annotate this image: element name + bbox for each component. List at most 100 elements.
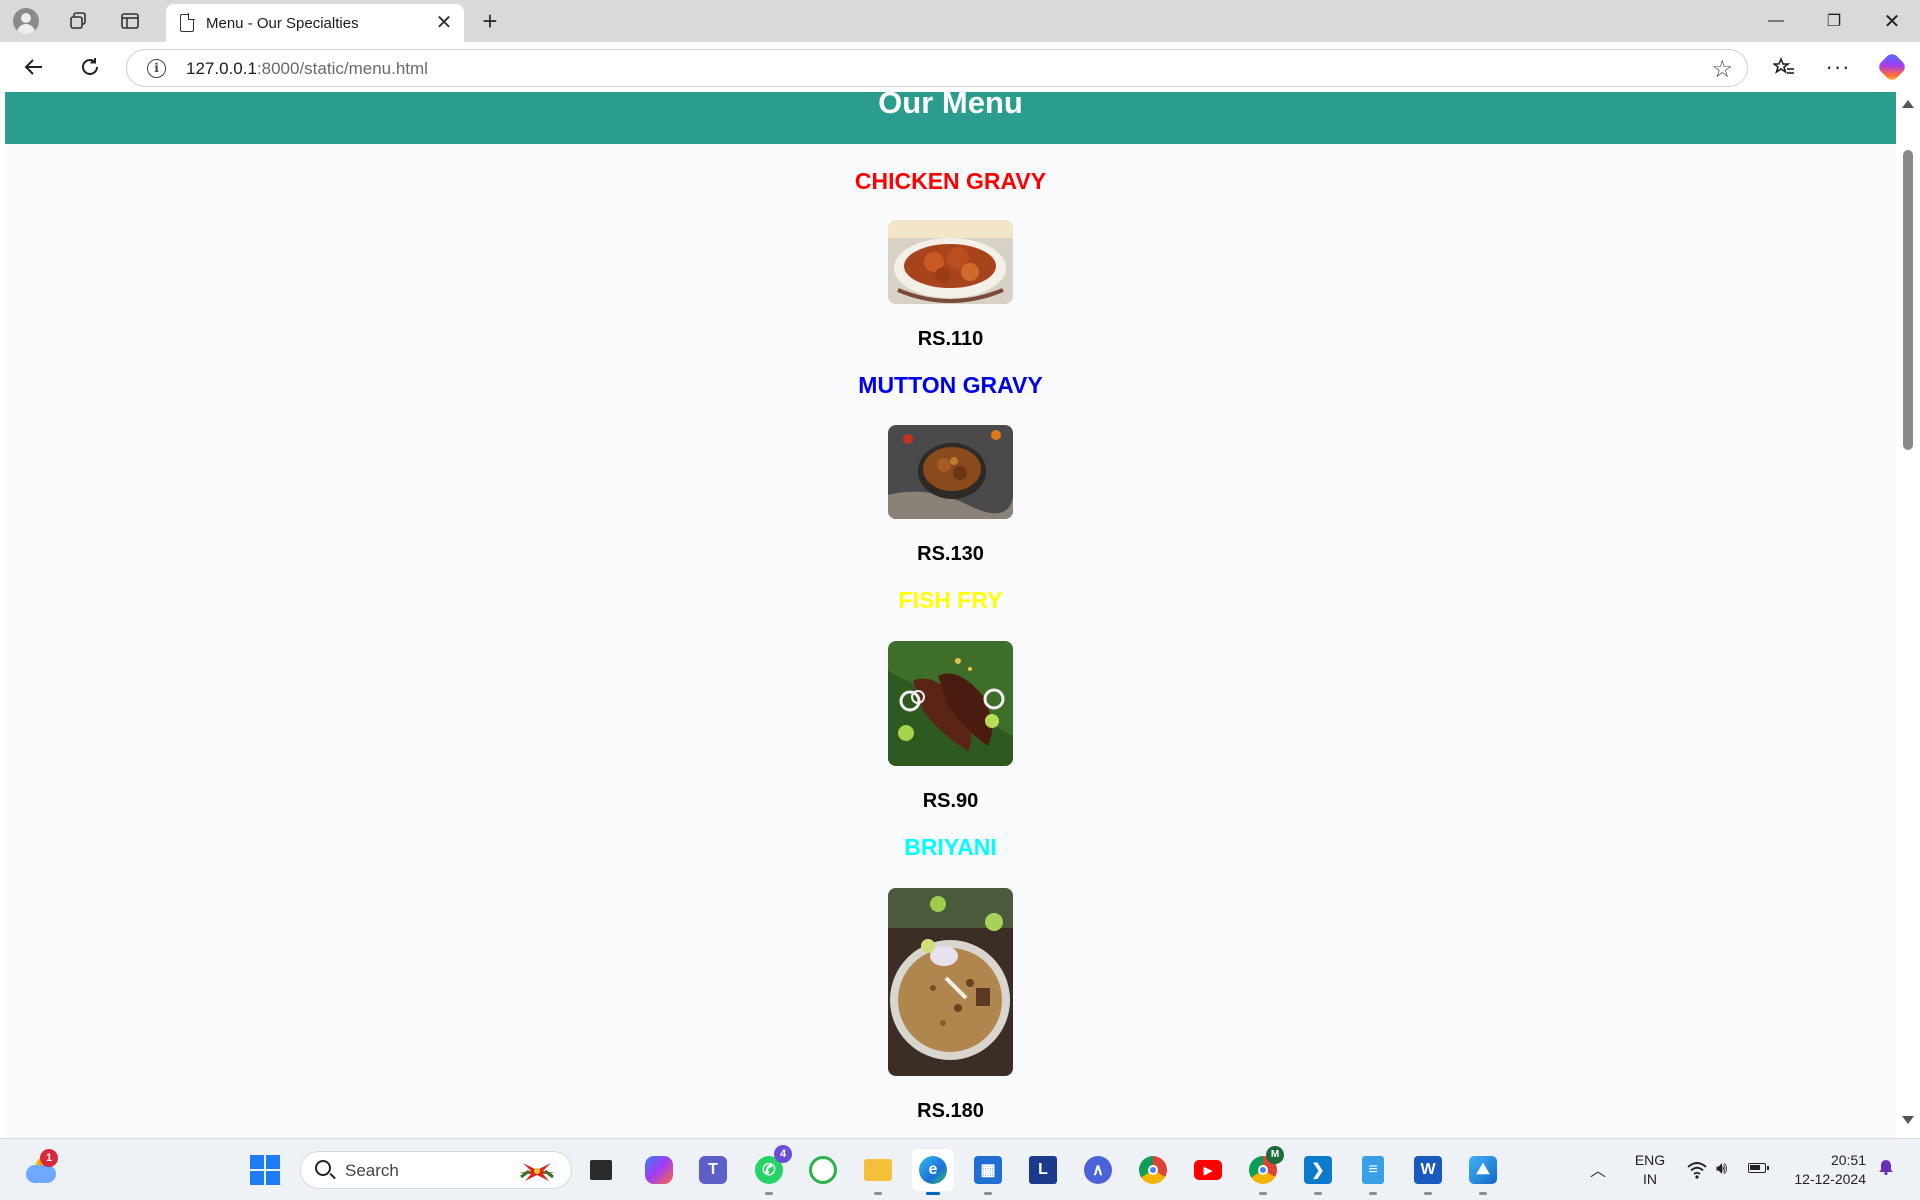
reload-button[interactable] (72, 50, 108, 84)
workspaces-button[interactable] (60, 6, 96, 36)
whatsapp-badge: 4 (774, 1145, 792, 1163)
back-arrow-icon (24, 59, 42, 75)
favorites-list-icon (1773, 56, 1794, 74)
word-icon: W (1414, 1156, 1442, 1184)
cloud-icon (26, 1165, 56, 1183)
tab-actions-icon (121, 13, 139, 29)
running-indicator (765, 1192, 773, 1195)
teams-button[interactable]: T (692, 1149, 734, 1191)
search-label: Search (345, 1161, 399, 1180)
l-app-icon: L (1029, 1156, 1057, 1184)
task-view-button[interactable] (580, 1149, 622, 1191)
photos-button[interactable]: ⛰ (1462, 1149, 1504, 1195)
volume-icon[interactable]: 🔊︎ (1716, 1158, 1727, 1179)
menu-page: Our Menu CHICKEN GRAVY RS.110 MUTTON GRA… (5, 92, 1896, 1138)
chrome-profile-button[interactable]: M (1242, 1146, 1284, 1195)
url-text[interactable]: 127.0.0.1:8000/static/menu.html (186, 59, 428, 79)
reload-icon (82, 58, 98, 75)
workspaces-icon (70, 12, 86, 29)
url-host: 127.0.0.1 (186, 59, 257, 78)
favorites-button[interactable] (1766, 50, 1802, 84)
back-button[interactable] (16, 50, 52, 84)
scroll-down-arrow-icon[interactable] (1902, 1116, 1914, 1124)
tab-menu-our-specialties[interactable]: Menu - Our Specialties ✕ (166, 4, 464, 42)
microsoft-store-button[interactable]: ▦ (967, 1149, 1009, 1195)
vector-app-button[interactable]: ∧ (1077, 1149, 1119, 1191)
vertical-tabs-button[interactable] (112, 6, 148, 36)
circle-app-icon (809, 1156, 837, 1184)
profile-button[interactable] (8, 6, 44, 36)
file-explorer-button[interactable] (857, 1149, 899, 1195)
mutton-gravy-image (888, 425, 1013, 519)
scroll-thumb[interactable] (1903, 150, 1913, 450)
chicken-gravy-image (888, 220, 1013, 304)
taskbar-search-box[interactable]: Search (300, 1151, 572, 1189)
restore-button[interactable]: ❐ (1806, 0, 1862, 42)
page-viewport: Our Menu CHICKEN GRAVY RS.110 MUTTON GRA… (0, 92, 1920, 1138)
running-indicator (1479, 1192, 1487, 1195)
clock-date: 12-12-2024 (1794, 1171, 1866, 1187)
folder-icon (864, 1159, 892, 1181)
page-icon (180, 13, 195, 32)
notification-bell-icon[interactable] (1878, 1157, 1894, 1175)
copilot-icon (1876, 51, 1908, 83)
circle-app-button[interactable] (802, 1149, 844, 1191)
running-indicator (1314, 1192, 1322, 1195)
chrome-icon (1139, 1156, 1167, 1184)
windows-logo-icon (250, 1155, 264, 1169)
dish-price: RS.110 (917, 328, 984, 350)
search-icon (315, 1160, 331, 1176)
edge-icon: e (919, 1156, 947, 1184)
chrome-button[interactable] (1132, 1149, 1174, 1191)
photos-icon: ⛰ (1469, 1156, 1497, 1184)
language-code: ENG (1634, 1152, 1666, 1168)
word-button[interactable]: W (1407, 1149, 1449, 1195)
dish-name: FISH FRY (898, 587, 1003, 613)
task-view-icon (590, 1160, 612, 1180)
dish-price: RS.180 (917, 1100, 984, 1122)
vertical-scrollbar[interactable] (1896, 92, 1920, 1138)
briyani-image (888, 888, 1013, 1076)
browser-tab-strip: Menu - Our Specialties ✕ + — ❐ ✕ (0, 0, 1920, 42)
running-indicator (1259, 1192, 1267, 1195)
running-indicator (1424, 1192, 1432, 1195)
youtube-button[interactable]: ▶ (1187, 1149, 1229, 1191)
copilot-taskbar-button[interactable] (638, 1149, 680, 1191)
favorite-star-icon[interactable]: ☆ (1711, 55, 1733, 84)
windows-taskbar: 1 Search T ✆ 4 e ▦ L ∧ ▶ M ❯ ≡ W ⛰ ︿ ENG… (0, 1138, 1920, 1200)
minimize-button[interactable]: — (1748, 0, 1804, 42)
scroll-up-arrow-icon[interactable] (1902, 100, 1914, 108)
edge-button[interactable]: e (912, 1149, 954, 1195)
running-indicator (926, 1192, 940, 1195)
vs-code-button[interactable]: ❯ (1297, 1149, 1339, 1195)
whatsapp-button[interactable]: ✆ 4 (748, 1145, 792, 1195)
battery-icon[interactable] (1748, 1163, 1769, 1173)
vs-code-icon: ❯ (1304, 1156, 1332, 1184)
language-indicator[interactable]: ENG IN (1630, 1151, 1670, 1189)
profile-badge: M (1266, 1146, 1284, 1164)
notepad-button[interactable]: ≡ (1352, 1149, 1394, 1195)
dish-name: BRIYANI (904, 834, 997, 860)
site-info-icon[interactable]: i (147, 59, 166, 78)
wifi-icon[interactable] (1686, 1159, 1708, 1181)
running-indicator (1369, 1192, 1377, 1195)
tab-title: Menu - Our Specialties (206, 15, 359, 32)
running-indicator (874, 1192, 882, 1195)
dish-price: RS.90 (922, 790, 979, 812)
address-bar[interactable]: i 127.0.0.1:8000/static/menu.html ☆ (126, 49, 1748, 87)
start-button[interactable] (250, 1155, 280, 1185)
system-clock[interactable]: 20:51 12-12-2024 (1782, 1151, 1866, 1189)
more-options-button[interactable]: ··· (1820, 50, 1856, 84)
page-heading: Our Menu (878, 92, 1023, 120)
store-icon: ▦ (974, 1156, 1002, 1184)
running-indicator (984, 1192, 992, 1195)
browser-toolbar: i 127.0.0.1:8000/static/menu.html ☆ ··· (0, 42, 1920, 92)
site-header: Our Menu (5, 92, 1896, 144)
weather-badge: 1 (40, 1149, 58, 1167)
copilot-button[interactable] (1874, 50, 1910, 84)
l-app-button[interactable]: L (1022, 1149, 1064, 1191)
new-tab-button[interactable]: + (472, 6, 508, 36)
close-tab-icon[interactable]: ✕ (432, 11, 456, 35)
show-hidden-icons-chevron-icon[interactable]: ︿ (1590, 1157, 1606, 1181)
close-window-button[interactable]: ✕ (1864, 0, 1920, 42)
